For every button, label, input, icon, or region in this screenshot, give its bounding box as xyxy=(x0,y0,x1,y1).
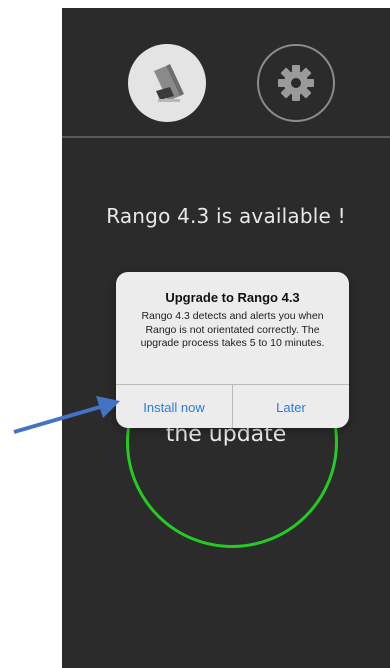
gear-icon xyxy=(278,65,314,101)
later-button[interactable]: Later xyxy=(233,385,349,428)
header xyxy=(62,8,390,136)
header-divider xyxy=(62,136,390,138)
rango-device-icon xyxy=(154,64,184,102)
install-now-button[interactable]: Install now xyxy=(116,385,233,428)
phone-screen: Rango 4.3 is available ! the update Upgr… xyxy=(62,8,390,668)
settings-button[interactable] xyxy=(257,44,335,122)
upgrade-alert-dialog: Upgrade to Rango 4.3 Rango 4.3 detects a… xyxy=(116,272,349,428)
alert-actions: Install now Later xyxy=(116,384,349,428)
device-button[interactable] xyxy=(128,44,206,122)
update-available-text: Rango 4.3 is available ! xyxy=(106,204,346,228)
alert-title: Upgrade to Rango 4.3 xyxy=(165,290,300,305)
alert-message: Rango 4.3 detects and alerts you when Ra… xyxy=(140,310,325,349)
